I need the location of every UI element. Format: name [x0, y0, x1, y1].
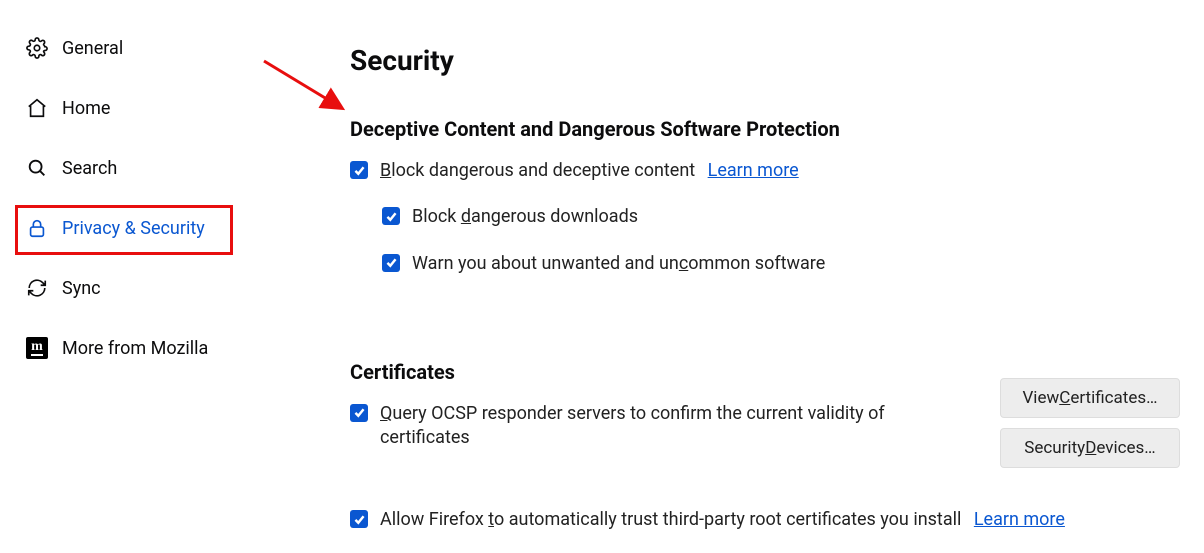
view-certificates-button[interactable]: View Certificates… — [1000, 378, 1180, 418]
sidebar-item-label: Privacy & Security — [62, 218, 205, 239]
checkbox-block-content[interactable] — [350, 161, 368, 179]
sidebar-item-label: Sync — [62, 278, 101, 299]
settings-sidebar: General Home Search — [0, 0, 260, 553]
learn-more-link[interactable]: Learn more — [974, 509, 1065, 530]
sidebar-item-label: Home — [62, 98, 110, 119]
checkbox-ocsp[interactable] — [350, 404, 368, 422]
sidebar-item-privacy-security[interactable]: Privacy & Security — [18, 204, 260, 252]
home-icon — [26, 97, 48, 119]
subsection-deceptive-content: Deceptive Content and Dangerous Software… — [350, 117, 1184, 141]
checkbox-row-ocsp: Query OCSP responder servers to confirm … — [350, 402, 910, 451]
sidebar-item-label: More from Mozilla — [62, 338, 208, 359]
checkbox-warn-uncommon[interactable] — [382, 254, 400, 272]
sidebar-item-search[interactable]: Search — [18, 144, 260, 192]
sidebar-item-home[interactable]: Home — [18, 84, 260, 132]
checkbox-row-warn-uncommon: Warn you about unwanted and uncommon sof… — [350, 252, 1184, 276]
lock-icon — [26, 217, 48, 239]
checkbox-auto-trust[interactable] — [350, 510, 368, 528]
sidebar-item-more-from-mozilla[interactable]: m More from Mozilla — [18, 324, 260, 372]
checkbox-label: Query OCSP responder servers to confirm … — [380, 402, 910, 451]
sidebar-item-label: Search — [62, 158, 117, 179]
search-icon — [26, 157, 48, 179]
section-title-security: Security — [350, 44, 1184, 77]
sidebar-item-sync[interactable]: Sync — [18, 264, 260, 312]
checkbox-row-block-content: Block dangerous and deceptive content Le… — [350, 159, 1184, 183]
checkbox-row-auto-trust: Allow Firefox to automatically trust thi… — [350, 508, 1184, 532]
settings-main: Security Deceptive Content and Dangerous… — [260, 0, 1204, 553]
security-devices-button[interactable]: Security Devices… — [1000, 428, 1180, 468]
checkbox-row-block-downloads: Block dangerous downloads — [350, 205, 1184, 229]
checkbox-label: Allow Firefox to automatically trust thi… — [380, 508, 1184, 532]
mozilla-icon: m — [26, 337, 48, 359]
cert-buttons: View Certificates… Security Devices… — [1000, 378, 1180, 468]
checkbox-label: Block dangerous downloads — [412, 205, 1184, 229]
checkbox-block-downloads[interactable] — [382, 207, 400, 225]
checkbox-label: Warn you about unwanted and uncommon sof… — [412, 252, 1184, 276]
learn-more-link[interactable]: Learn more — [708, 160, 799, 181]
checkbox-label: Block dangerous and deceptive content Le… — [380, 159, 1184, 183]
sidebar-item-label: General — [62, 38, 123, 59]
sidebar-item-general[interactable]: General — [18, 24, 260, 72]
gear-icon — [26, 37, 48, 59]
sync-icon — [26, 277, 48, 299]
